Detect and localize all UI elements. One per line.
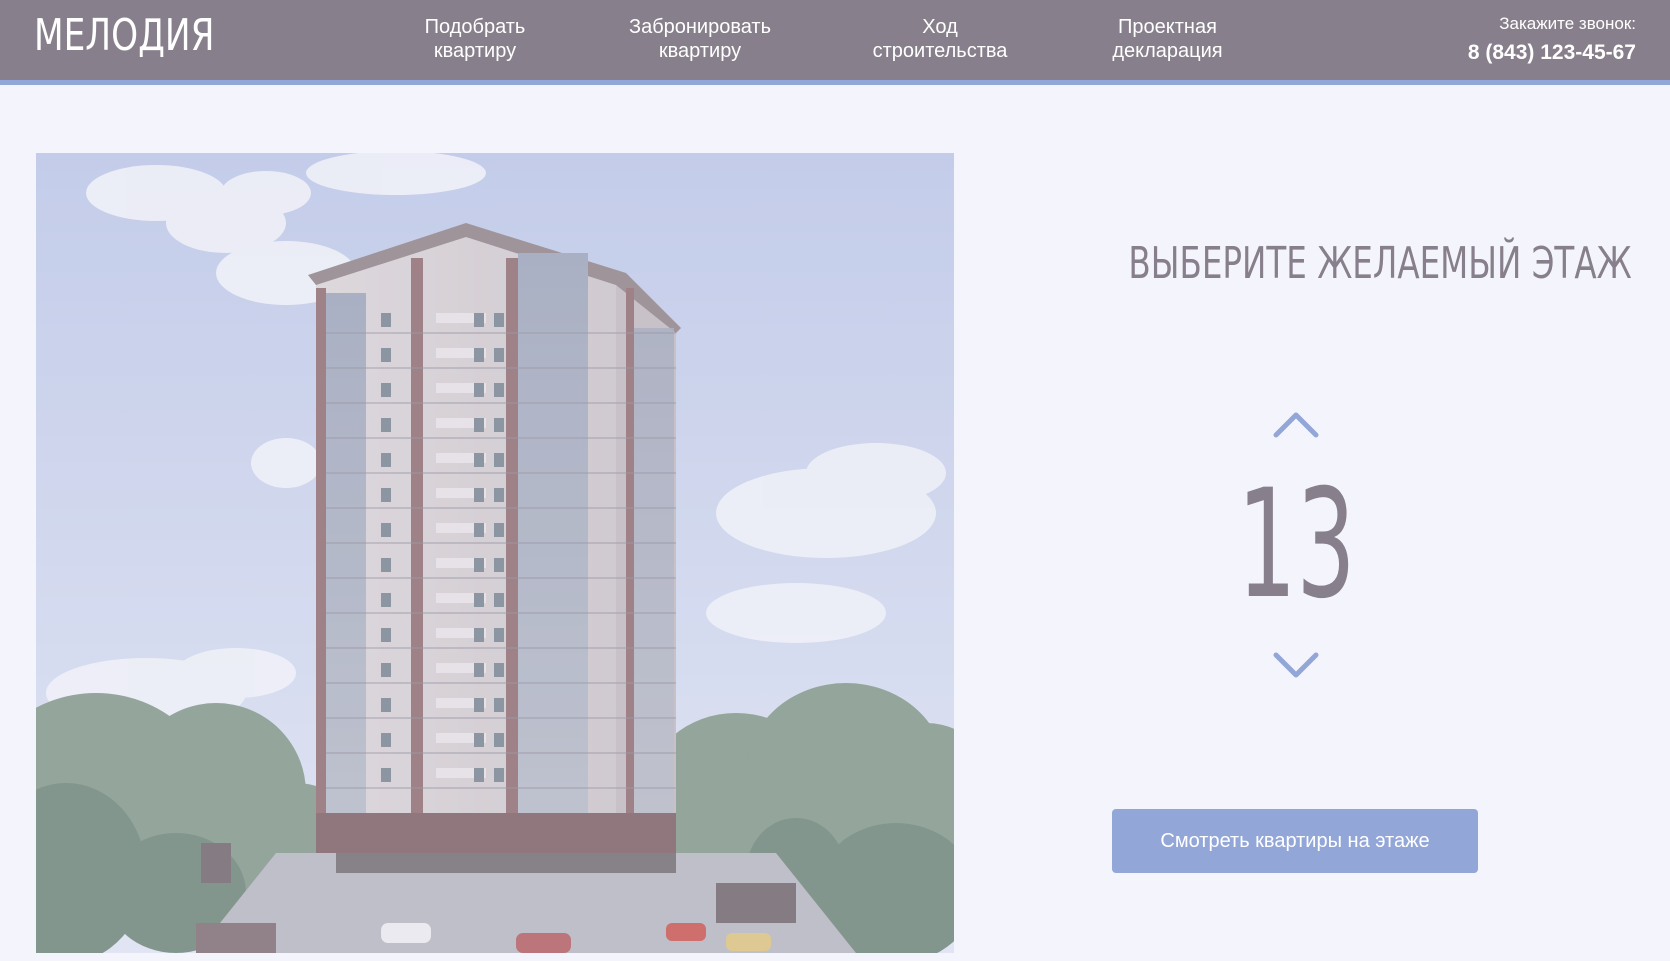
nav-item-construction-progress[interactable]: Ход строительства — [850, 15, 1030, 63]
phone-number[interactable]: 8 (843) 123-45-67 — [1468, 38, 1636, 68]
nav-item-project-declaration[interactable]: Проектная декларация — [1085, 15, 1250, 63]
site-logo[interactable]: МЕЛОДИЯ — [34, 10, 214, 61]
floor-number: 13 — [1196, 465, 1396, 625]
nav-label-line1: Подобрать — [424, 16, 526, 38]
nav-label-line2: строительства — [872, 40, 1008, 62]
nav-label-line2: квартиру — [433, 40, 517, 62]
site-header: МЕЛОДИЯ Подобрать квартиру Забронировать… — [0, 0, 1670, 85]
floor-number-value: 13 — [1236, 458, 1356, 632]
view-floor-apartments-button[interactable]: Смотреть квартиры на этаже — [1112, 809, 1478, 873]
building-image — [36, 153, 954, 953]
callback-label: Закажите звонок: — [1499, 14, 1636, 33]
floor-selector-title: ВЫБЕРИТЕ ЖЕЛАЕМЫЙ ЭТАЖ — [1040, 238, 1631, 289]
floor-selector-title-text: ВЫБЕРИТЕ ЖЕЛАЕМЫЙ ЭТАЖ — [1128, 238, 1632, 289]
callback-block: Закажите звонок: 8 (843) 123-45-67 — [1468, 13, 1636, 68]
nav-label-line1: Ход — [922, 16, 958, 38]
nav-label-line1: Проектная — [1118, 16, 1217, 38]
nav-item-choose-apartment[interactable]: Подобрать квартиру — [395, 15, 555, 63]
nav-label-line2: декларация — [1112, 40, 1223, 62]
nav-label-line1: Забронировать — [628, 16, 772, 38]
chevron-up-icon[interactable] — [1268, 405, 1324, 445]
nav-item-book-apartment[interactable]: Забронировать квартиру — [595, 15, 805, 63]
nav-label-line2: квартиру — [658, 40, 742, 62]
chevron-down-icon[interactable] — [1268, 645, 1324, 685]
